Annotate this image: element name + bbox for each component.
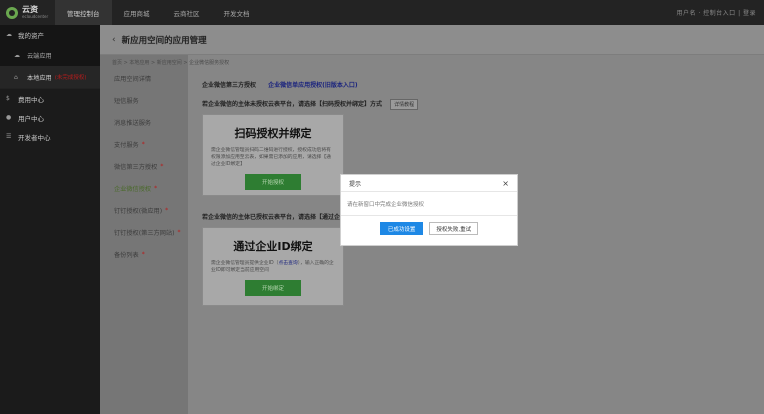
subside-label: 短信服务 [114,97,139,105]
prompt-dialog: 提示 × 请在新窗口中完成企业微信授权 已成功设置 授权失败,重试 [340,174,518,246]
user-menu[interactable]: 用户名 · 控制台入口 | 登录 [676,8,764,17]
required-star-icon: * [160,162,164,170]
subside-label: 消息推送服务 [114,119,152,127]
logo-icon [6,6,18,19]
subside-label: 钉钉授权(微应用) [114,207,163,215]
sidebar-item-cloud-apps[interactable]: ☁ 云端应用 [0,44,100,66]
desc-part: 需企业微信管理员提供企业ID（ [211,261,279,266]
required-star-icon: * [154,184,158,192]
topnav-app-store[interactable]: 应用商城 [112,0,162,25]
id-bind-card: 通过企业ID绑定 需企业微信管理员提供企业ID（点击查询），输入正确的企业ID即… [202,227,344,306]
subside-item-push[interactable]: 消息推送服务 [100,111,188,133]
sidebar-item-label: 我的资产 [18,31,44,40]
dialog-message: 请在新窗口中完成企业微信授权 [341,192,517,216]
card-description: 需企业微信管理员扫码二维码进行授权，授权成功后将有权限添加应用至云表，如果需已添… [211,148,331,167]
sidebar-item-label: 费用中心 [18,95,44,104]
dialog-title: 提示 [349,180,362,188]
page-title: 新应用空间的应用管理 [121,35,207,46]
top-nav: 管理控制台 应用商城 云商社区 开发文档 [55,0,262,25]
dollar-icon: $ [6,95,10,102]
subside-item-wechat[interactable]: 微信第三方授权 * [100,155,188,177]
required-star-icon: * [177,228,181,236]
card-description: 需企业微信管理员提供企业ID（点击查询），输入正确的企业ID即可绑定当前应用空间 [203,254,343,274]
close-icon[interactable]: × [502,179,509,188]
subside-label: 应用空间详情 [114,75,152,83]
home-icon: ⌂ [14,73,18,81]
subside-item-sms[interactable]: 短信服务 [100,89,188,111]
tutorial-button[interactable]: 详情教程 [390,99,419,110]
query-link[interactable]: 点击查询 [278,261,297,266]
start-authorize-button[interactable]: 开始授权 [245,174,301,190]
brand-logo[interactable]: 云资 ecloudcenter [0,0,55,25]
start-bind-button[interactable]: 开始绑定 [245,280,301,296]
sidebar-item-assets[interactable]: ☁ 我的资产 [0,25,100,44]
page-header: ‹ 新应用空间的应用管理 [100,25,764,55]
sidebar-item-label: 用户中心 [18,114,44,123]
sidebar-item-label: 云端应用 [27,52,52,60]
scan-bind-card: 扫码授权并绑定 需企业微信管理员扫码二维码进行授权，授权成功后将有权限添加应用至… [202,114,344,196]
cloud-icon: ☁ [6,31,12,38]
subside-label: 备份列表 [114,251,139,259]
subside-item-dingtalk-micro[interactable]: 钉钉授权(微应用) * [100,199,188,221]
required-star-icon: * [141,140,145,148]
dialog-header: 提示 [341,175,517,192]
logo-main-text: 云资 [22,4,38,14]
sidebar-item-billing[interactable]: $ 费用中心 [0,89,100,108]
required-star-icon: * [141,250,145,258]
cloud-icon: ☁ [14,51,20,59]
retry-button[interactable]: 授权失败,重试 [429,222,479,235]
required-star-icon: * [165,206,169,214]
breadcrumb: 首页 > 本地应用 > 新应用空间 > 企业微信服务授权 [112,60,230,66]
legacy-entry-link[interactable]: 企业微信单应用授权(旧版本入口) [268,82,358,89]
assets-block: ☁ 我的资产 ☁ 云端应用 ⌂ 本地应用 (未完成授权) [0,25,100,88]
subside-label: 微信第三方授权 [114,163,158,171]
subside-item-wecom[interactable]: 企业微信授权 * [100,177,188,199]
sidebar-item-label: 本地应用 [27,74,52,82]
section-title: 企业微信第三方授权 [202,82,257,89]
top-navigation-bar: 云资 ecloudcenter 管理控制台 应用商城 云商社区 开发文档 用户名… [0,0,764,25]
logo-text: 云资 ecloudcenter [22,4,49,20]
sidebar-item-local-apps[interactable]: ⌂ 本地应用 (未完成授权) [0,66,100,88]
subside-label: 企业微信授权 [114,185,152,193]
dialog-footer: 已成功设置 授权失败,重试 [341,216,517,235]
app-sidebar: 应用空间详情 短信服务 消息推送服务 支付服务 * 微信第三方授权 * 企业微信授权… [100,55,188,414]
section-header: 企业微信第三方授权 企业微信单应用授权(旧版本入口) [202,80,358,89]
confirm-success-button[interactable]: 已成功设置 [379,222,424,235]
list-icon: ☰ [6,133,12,140]
topnav-community[interactable]: 云商社区 [162,0,212,25]
status-badge: (未完成授权) [54,75,87,81]
subside-label: 支付服务 [114,141,139,149]
subside-item-payment[interactable]: 支付服务 * [100,133,188,155]
card-title: 通过企业ID绑定 [233,240,313,253]
main-sidebar: ☁ 我的资产 ☁ 云端应用 ⌂ 本地应用 (未完成授权) $ 费用中心 ● 用户… [0,25,100,414]
logo-sub-text: ecloudcenter [22,13,49,19]
notice-scan: 若企业微信的主体未授权云表平台，请选择【扫码授权并绑定】方式 详情教程 [202,99,419,110]
notice-text: 若企业微信的主体未授权云表平台，请选择【扫码授权并绑定】方式 [202,101,383,108]
sidebar-item-user-center[interactable]: ● 用户中心 [0,108,100,127]
subside-item-dingtalk-web[interactable]: 钉钉授权(第三方网站) * [100,221,188,243]
user-icon: ● [6,114,12,121]
subside-item-space-detail[interactable]: 应用空间详情 [100,67,188,89]
sidebar-item-label: 开发者中心 [18,133,51,142]
subside-label: 钉钉授权(第三方网站) [114,229,175,237]
back-chevron-icon[interactable]: ‹ [112,35,116,45]
subside-item-backup[interactable]: 备份列表 * [100,243,188,265]
topnav-docs[interactable]: 开发文档 [212,0,262,25]
sidebar-item-developer[interactable]: ☰ 开发者中心 [0,127,100,146]
card-title: 扫码授权并绑定 [234,127,312,140]
topnav-console[interactable]: 管理控制台 [55,0,112,25]
